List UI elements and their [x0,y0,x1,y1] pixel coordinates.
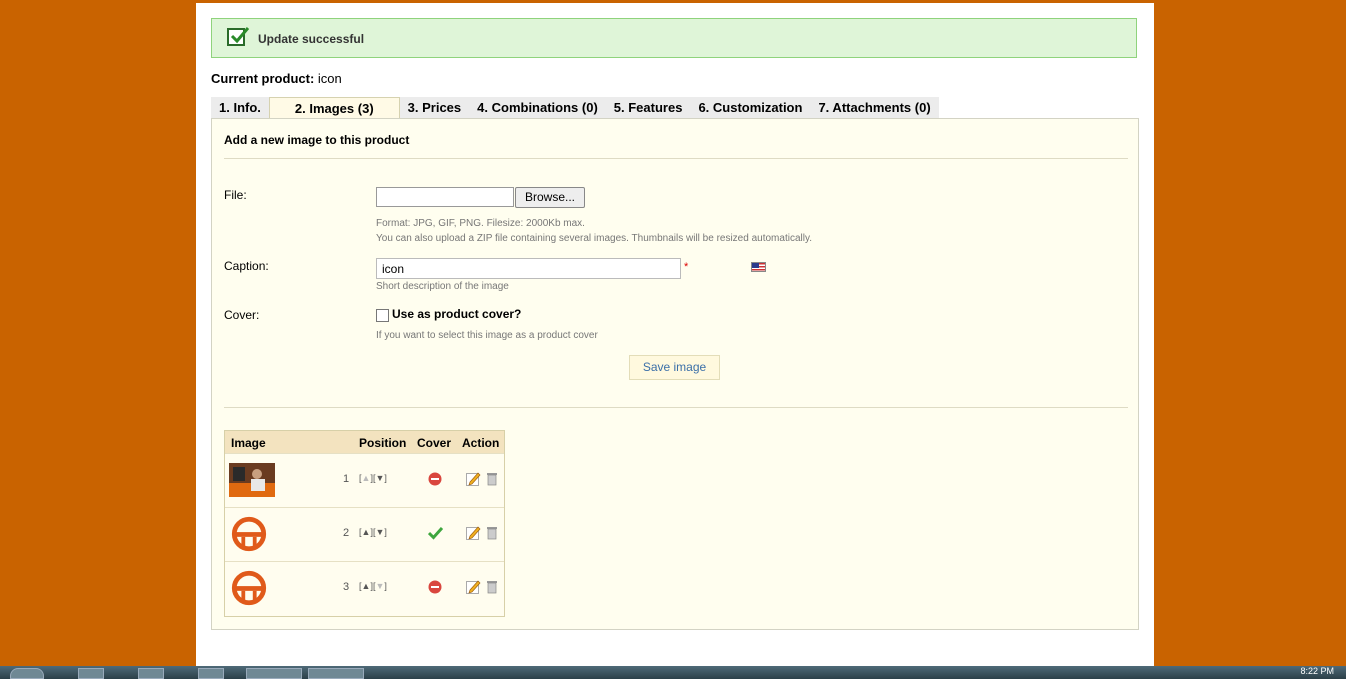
move-down-icon: ▼ [375,581,385,591]
taskbar-app-button[interactable] [246,668,302,679]
caption-input[interactable] [376,258,681,279]
table-row: 2 [▲][▼] [225,507,504,562]
position-arrows: [▲][▼] [359,581,387,591]
tab-info[interactable]: 1. Info. [211,97,269,118]
images-panel: Add a new image to this product File: Br… [211,118,1139,630]
cover-checkbox-label[interactable]: Use as product cover? [392,307,521,321]
alert-message: Update successful [258,32,365,46]
browse-button[interactable]: Browse... [515,187,585,208]
not-cover-icon[interactable] [428,580,442,594]
taskbar-clock: 8:22 PM [1300,666,1334,676]
success-alert: Update successful [211,18,1137,58]
browser-taskbar-button[interactable] [308,668,364,679]
required-marker: * [684,261,689,273]
delete-icon[interactable] [486,525,498,540]
table-row: 3 [▲][▼] [225,561,504,616]
save-image-button[interactable]: Save image [629,355,720,380]
file-hint-zip: You can also upload a ZIP file containin… [376,233,812,244]
divider [224,158,1128,159]
windows-taskbar: 8:22 PM [0,666,1346,679]
header-action: Action [462,436,500,450]
move-up-icon[interactable]: ▲ [362,527,371,537]
cover-checkbox[interactable] [376,309,389,322]
move-down-icon[interactable]: ▼ [375,473,384,483]
current-product-label: Current product: [211,71,315,86]
not-cover-icon[interactable] [428,472,442,486]
edit-icon[interactable] [466,471,481,486]
row-position: 2 [343,527,350,539]
move-down-icon[interactable]: ▼ [375,527,384,537]
photo-thumbnail[interactable] [229,463,275,497]
row-position: 3 [343,581,350,593]
move-up-icon: ▲ [361,473,371,483]
explorer-icon[interactable] [138,668,164,679]
images-table: Image Position Cover Action 1 [▲][▼] 2 [… [224,430,505,617]
header-position: Position [359,436,407,450]
file-input[interactable] [376,187,514,207]
delete-icon[interactable] [486,579,498,594]
caption-label: Caption: [224,259,269,273]
product-tabs: 1. Info. 2. Images (3) 3. Prices 4. Comb… [211,97,939,120]
edit-icon[interactable] [466,525,481,540]
tab-customization[interactable]: 6. Customization [690,97,811,118]
tab-images[interactable]: 2. Images (3) [268,97,400,120]
cover-label: Cover: [224,308,260,322]
cover-hint: If you want to select this image as a pr… [376,330,598,341]
current-product: Current product: icon [211,71,342,86]
logo-thumbnail[interactable] [229,515,269,553]
start-button[interactable] [10,668,44,679]
tab-prices[interactable]: 3. Prices [399,97,470,118]
table-row: 1 [▲][▼] [225,453,504,508]
cover-check-icon [428,526,443,540]
content-page: Update successful Current product: icon … [196,3,1154,666]
tab-features[interactable]: 5. Features [605,97,691,118]
file-label: File: [224,188,247,202]
position-arrows: [▲][▼] [359,527,387,537]
divider [224,407,1128,408]
row-position: 1 [343,473,350,485]
checkmark-icon [227,27,250,46]
media-icon[interactable] [198,668,224,679]
file-hint-format: Format: JPG, GIF, PNG. Filesize: 2000Kb … [376,218,585,229]
panel-title: Add a new image to this product [224,133,410,147]
caption-hint: Short description of the image [376,281,509,292]
ie-icon[interactable] [78,668,104,679]
position-arrows: [▲][▼] [359,473,387,483]
edit-icon[interactable] [466,579,481,594]
header-cover: Cover [417,436,452,450]
tab-combinations[interactable]: 4. Combinations (0) [469,97,606,118]
table-header: Image Position Cover Action [225,431,504,453]
tab-attachments[interactable]: 7. Attachments (0) [810,97,939,118]
logo-thumbnail[interactable] [229,569,269,607]
header-image: Image [231,436,266,450]
us-flag-icon[interactable] [751,262,766,272]
delete-icon[interactable] [486,471,498,486]
move-up-icon[interactable]: ▲ [362,581,371,591]
current-product-name: icon [317,71,342,86]
